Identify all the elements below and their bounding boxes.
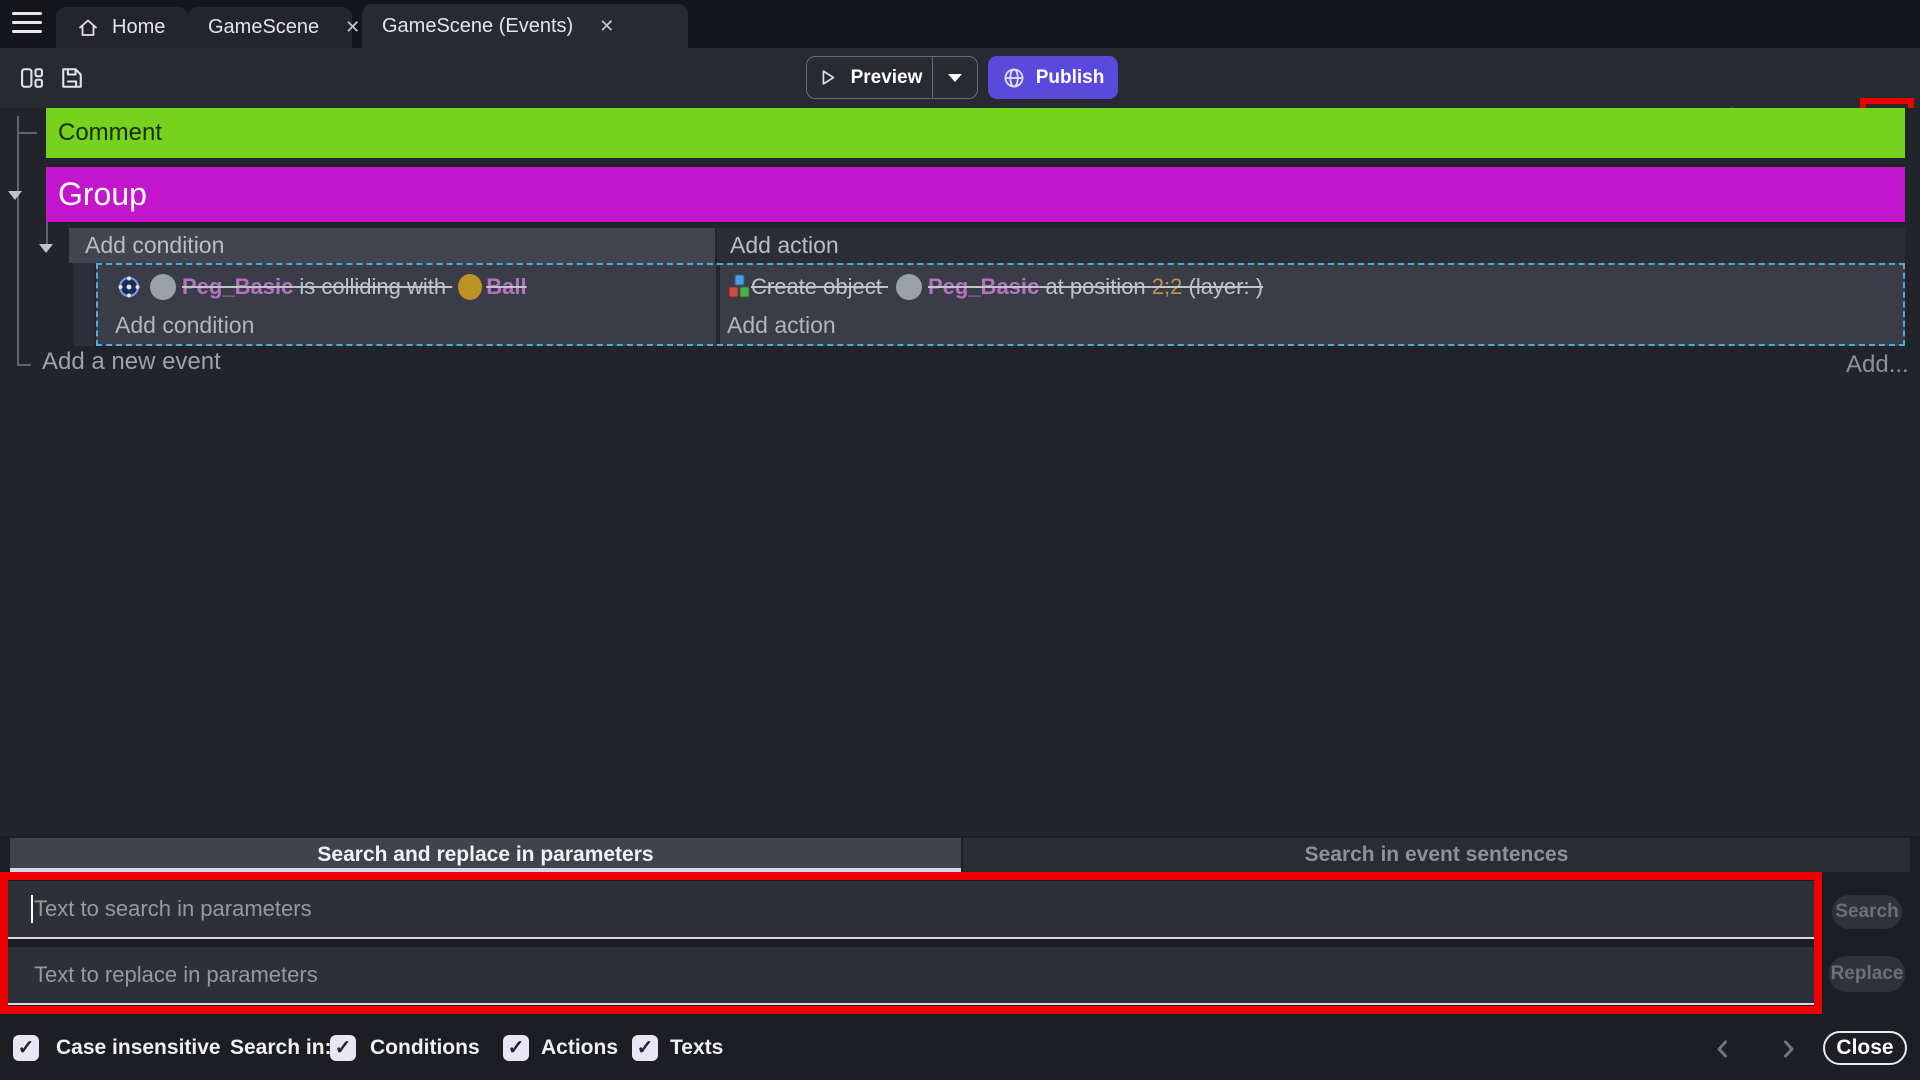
publish-label: Publish (1036, 67, 1105, 89)
tab-gamescene-events[interactable]: GameScene (Events) ✕ (362, 4, 688, 48)
comment-row[interactable]: Comment (46, 108, 1905, 158)
preview-split-button[interactable]: Preview (806, 56, 978, 99)
add-new-event-label: Add a new event (42, 348, 221, 375)
previous-result-icon[interactable] (1712, 1038, 1734, 1060)
preview-button[interactable]: Preview (807, 57, 932, 98)
add-condition-label: Add condition (115, 312, 254, 338)
tab-label: Home (112, 16, 165, 39)
close-button[interactable]: Close (1823, 1031, 1907, 1065)
tree-line (46, 222, 48, 244)
tab-search-event-sentences[interactable]: Search in event sentences (963, 838, 1910, 872)
texts-label: Texts (670, 1035, 723, 1061)
comment-text: Comment (58, 119, 162, 146)
search-input-wrapper (8, 881, 1814, 939)
add-condition-row[interactable]: Add condition (69, 228, 715, 263)
add-condition-label: Add condition (85, 232, 224, 258)
next-result-icon[interactable] (1777, 1038, 1799, 1060)
add-condition-button[interactable]: Add condition (115, 306, 254, 344)
case-insensitive-label: Case insensitive (56, 1035, 221, 1061)
object-name: Peg_Basic (928, 274, 1039, 300)
toggle-panels-icon[interactable] (18, 64, 46, 92)
preview-dropdown-button[interactable] (932, 57, 977, 98)
add-action-row[interactable]: Add action (717, 228, 1905, 263)
group-text: Group (58, 176, 147, 212)
actions-label: Actions (541, 1035, 618, 1061)
search-input[interactable] (8, 881, 1814, 937)
add-more-button[interactable]: Add... (1846, 351, 1909, 379)
search-button-label: Search (1835, 901, 1898, 922)
action-text: (layer: ) (1182, 274, 1263, 300)
add-action-label: Add action (730, 232, 839, 258)
add-more-label: Add... (1846, 351, 1909, 378)
publish-button[interactable]: Publish (988, 56, 1118, 99)
actions-checkbox[interactable]: ✓ (503, 1035, 529, 1061)
play-icon (817, 67, 839, 89)
check-icon: ✓ (637, 1037, 654, 1059)
tab-gamescene[interactable]: GameScene ✕ (188, 7, 352, 48)
chevron-down-icon (948, 74, 962, 82)
search-in-label: Search in: (230, 1035, 332, 1061)
globe-icon (1002, 66, 1026, 90)
add-action-button[interactable]: Add action (727, 306, 836, 344)
action-text: Create object (751, 274, 888, 300)
active-tab-indicator (10, 868, 961, 872)
position-value: 2;2 (1152, 274, 1183, 300)
replace-button[interactable]: Replace (1829, 956, 1905, 992)
event-drag-handle[interactable] (74, 263, 94, 346)
texts-checkbox[interactable]: ✓ (632, 1035, 658, 1061)
case-insensitive-checkbox[interactable]: ✓ (13, 1035, 39, 1061)
close-tab-icon[interactable]: ✕ (599, 16, 614, 37)
action-sentence[interactable]: Create object Peg_Basic at position 2;2 … (727, 269, 1263, 305)
tab-bar: Home GameScene ✕ GameScene (Events) ✕ (0, 0, 1920, 48)
text-caret (31, 895, 33, 923)
home-icon (76, 16, 100, 40)
selected-event-block[interactable]: Peg_Basic is colliding with Ball Add con… (96, 263, 1905, 346)
gdevelop-editor: Home GameScene ✕ GameScene (Events) ✕ Pr… (0, 0, 1920, 1080)
close-button-label: Close (1836, 1036, 1893, 1059)
tab-label: GameScene (208, 16, 319, 39)
condition-text: is colliding with (293, 274, 452, 300)
check-icon: ✓ (18, 1037, 35, 1059)
replace-input[interactable] (8, 947, 1814, 1003)
replace-input-wrapper (8, 947, 1814, 1005)
toolbar: Preview Publish (0, 48, 1920, 108)
object-icon-peg-basic (150, 274, 176, 300)
tab-home[interactable]: Home (56, 7, 188, 48)
condition-action-divider (716, 265, 720, 344)
collision-behavior-icon (116, 274, 142, 300)
action-text: at position (1039, 274, 1152, 300)
check-icon: ✓ (508, 1037, 525, 1059)
tab-label: Search in event sentences (1305, 843, 1569, 866)
search-button[interactable]: Search (1832, 895, 1902, 929)
object-icon-ball (458, 274, 482, 300)
hamburger-menu-icon[interactable] (12, 12, 42, 36)
save-icon[interactable] (58, 64, 86, 92)
add-new-event-button[interactable]: Add a new event (42, 348, 221, 376)
tree-line (17, 132, 37, 134)
create-object-icon (727, 274, 751, 300)
event-collapse-icon[interactable] (39, 244, 53, 253)
tab-search-replace-parameters[interactable]: Search and replace in parameters (10, 838, 961, 872)
check-icon: ✓ (335, 1037, 352, 1059)
group-collapse-icon[interactable] (8, 191, 22, 200)
object-name: Peg_Basic (182, 274, 293, 300)
events-sheet: Comment Group Add condition Add action P… (0, 108, 1920, 836)
tree-line (17, 116, 19, 366)
group-row[interactable]: Group (46, 167, 1905, 222)
replace-button-label: Replace (1831, 963, 1904, 984)
condition-sentence[interactable]: Peg_Basic is colliding with Ball (116, 269, 527, 305)
tab-label: Search and replace in parameters (317, 843, 653, 866)
conditions-label: Conditions (370, 1035, 480, 1061)
preview-label: Preview (851, 67, 923, 89)
tab-label: GameScene (Events) (382, 15, 573, 38)
close-tab-icon[interactable]: ✕ (345, 17, 360, 38)
object-name: Ball (486, 274, 526, 300)
add-action-label: Add action (727, 312, 836, 338)
object-icon-peg-basic (896, 274, 922, 300)
search-panel: Search and replace in parameters Search … (0, 836, 1920, 1080)
tree-line (17, 364, 31, 366)
conditions-checkbox[interactable]: ✓ (330, 1035, 356, 1061)
